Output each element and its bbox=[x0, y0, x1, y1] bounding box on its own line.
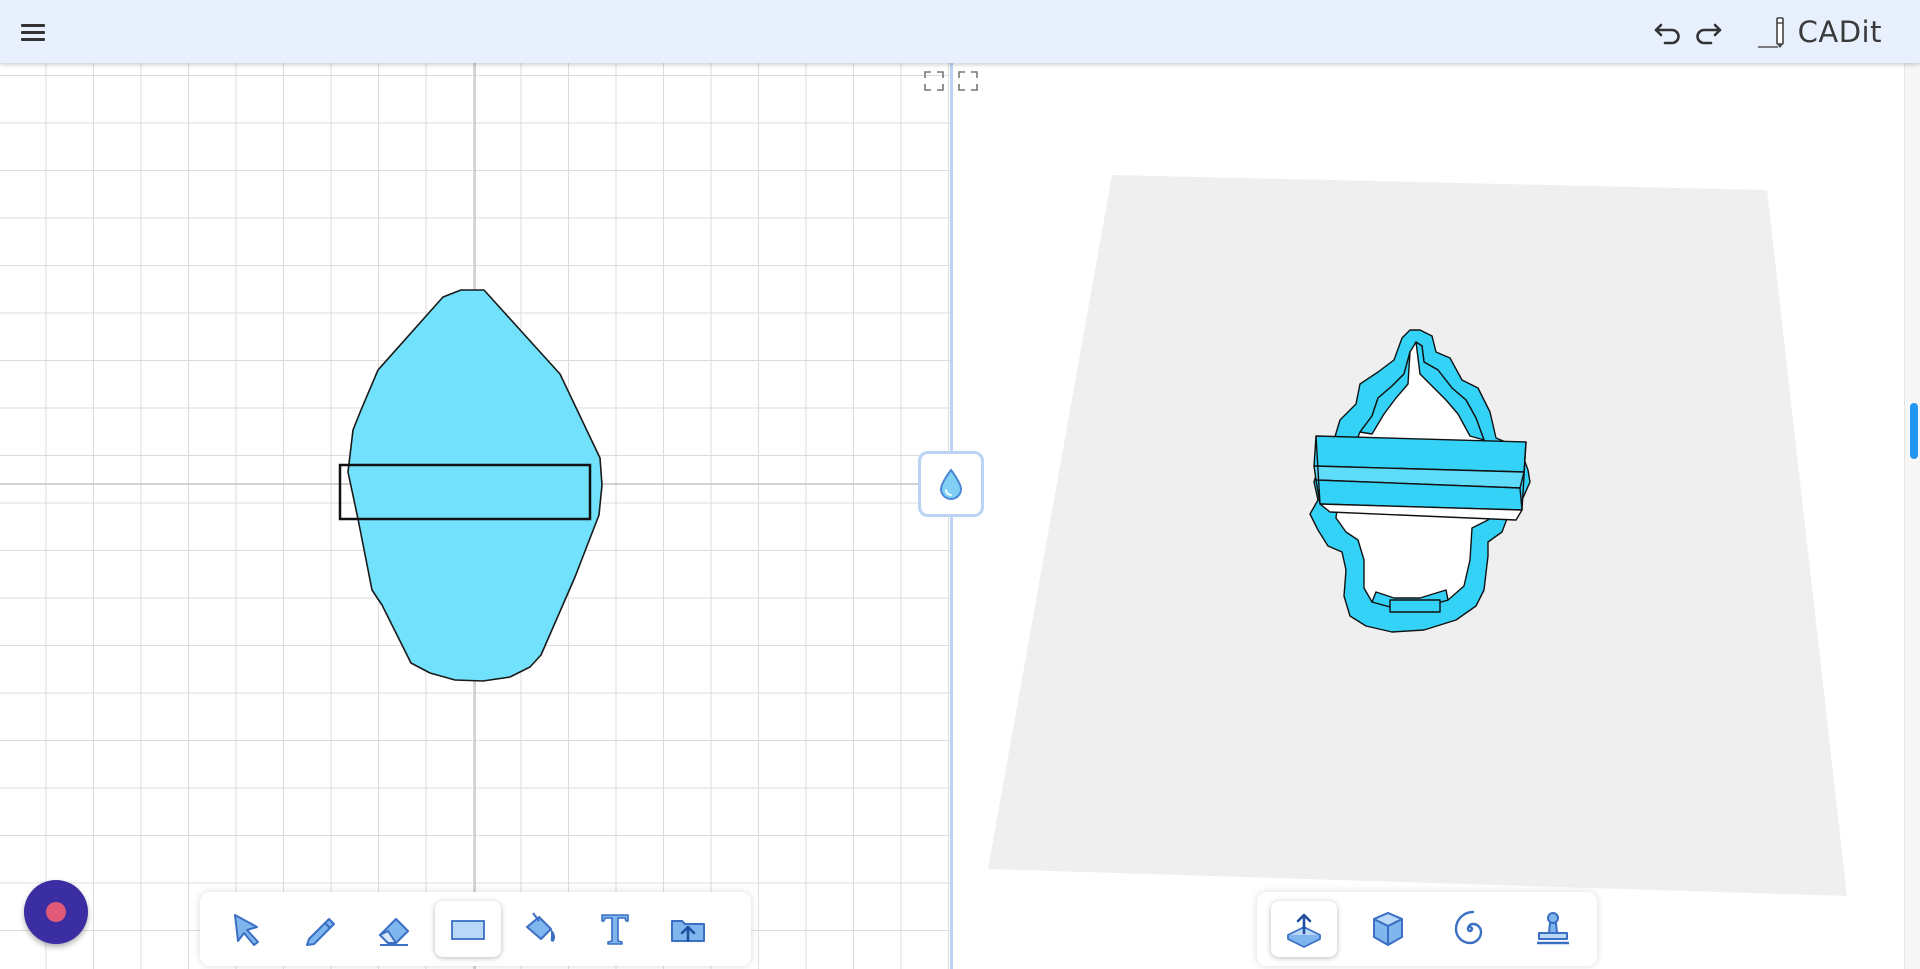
drawing-canvas[interactable] bbox=[0, 63, 950, 969]
extrude-tool-button[interactable] bbox=[1271, 901, 1337, 957]
eraser-icon bbox=[379, 918, 409, 946]
app-name: CADit bbox=[1797, 15, 1882, 49]
drawn-shape[interactable] bbox=[347, 289, 603, 682]
select-tool-button[interactable] bbox=[214, 901, 280, 957]
3d-scene-svg bbox=[988, 175, 1847, 896]
paint-bucket-icon bbox=[526, 912, 555, 942]
scrollbar-thumb[interactable] bbox=[1910, 403, 1918, 459]
water-drop-icon bbox=[939, 468, 963, 500]
model-toolbar bbox=[1257, 892, 1597, 966]
hamburger-line bbox=[21, 31, 45, 34]
hamburger-menu-button[interactable] bbox=[14, 14, 50, 50]
hamburger-menu-icon bbox=[21, 24, 45, 27]
folder-upload-icon bbox=[671, 920, 705, 942]
fullscreen-right-icon bbox=[958, 71, 978, 91]
text-t-icon bbox=[601, 914, 629, 945]
splitter-handle[interactable] bbox=[918, 451, 984, 517]
fill-tool-button[interactable] bbox=[508, 901, 574, 957]
drawing-svg bbox=[0, 63, 950, 969]
redo-button[interactable] bbox=[1690, 14, 1726, 50]
redo-icon bbox=[1696, 23, 1722, 45]
rectangle-icon bbox=[451, 920, 485, 940]
stamp-tool-button[interactable] bbox=[1520, 901, 1586, 957]
stamp-icon bbox=[1537, 912, 1569, 945]
cursor-arrow-icon bbox=[234, 914, 259, 946]
drawing-toolbar bbox=[200, 892, 751, 966]
record-fab-button[interactable] bbox=[24, 880, 88, 944]
box-tool-button[interactable] bbox=[1355, 901, 1421, 957]
pencil-tool-button[interactable] bbox=[288, 901, 354, 957]
pencil-icon bbox=[306, 918, 335, 946]
top-bar: CADit bbox=[0, 0, 1920, 63]
import-tool-button[interactable] bbox=[655, 901, 721, 957]
text-tool-button[interactable] bbox=[582, 901, 648, 957]
eraser-tool-button[interactable] bbox=[361, 901, 427, 957]
spiral-tool-button[interactable] bbox=[1437, 901, 1503, 957]
cube-icon bbox=[1373, 912, 1403, 946]
fullscreen-right-button[interactable] bbox=[957, 70, 979, 92]
extrude-up-icon bbox=[1287, 913, 1321, 948]
undo-icon bbox=[1654, 23, 1680, 45]
rectangle-tool-button[interactable] bbox=[435, 901, 501, 957]
viewer-scrollbar[interactable] bbox=[1904, 63, 1920, 969]
3d-viewer[interactable] bbox=[953, 63, 1905, 969]
app-brand: CADit bbox=[1756, 13, 1882, 51]
hamburger-line bbox=[21, 38, 45, 41]
record-dot-icon bbox=[46, 902, 66, 922]
undo-button[interactable] bbox=[1650, 14, 1686, 50]
fullscreen-left-icon bbox=[924, 71, 944, 91]
fullscreen-left-button[interactable] bbox=[923, 70, 945, 92]
pencil-logo-icon bbox=[1757, 17, 1784, 48]
spiral-icon bbox=[1454, 910, 1483, 945]
